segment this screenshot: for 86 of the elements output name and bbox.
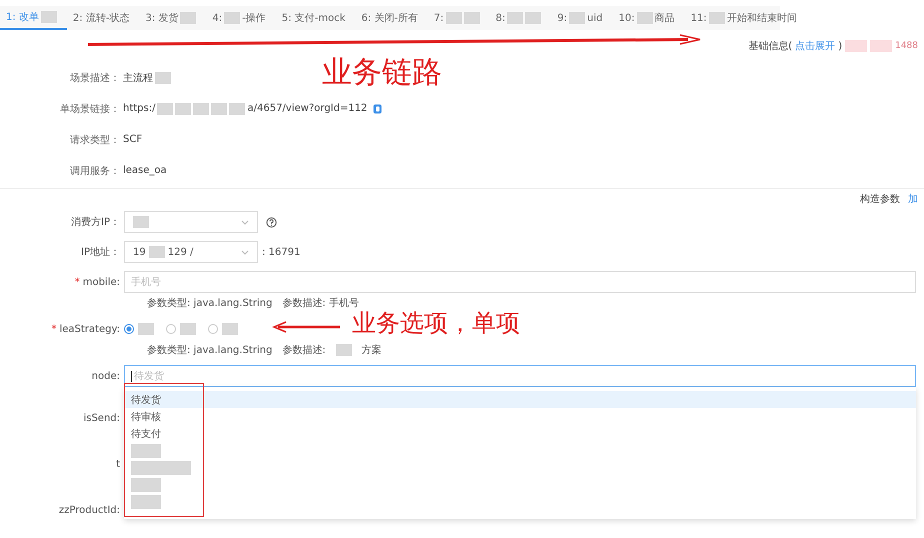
info-value: a/4657/view?orgId=112 <box>247 103 368 114</box>
info-value: lease_oa <box>123 165 167 176</box>
redacted-block <box>845 40 868 52</box>
redacted-block <box>222 323 238 335</box>
paren-text: ) <box>838 40 842 52</box>
redacted-block <box>180 12 196 24</box>
redacted-block <box>336 344 352 356</box>
redacted-block <box>161 460 191 474</box>
redacted-block <box>180 323 196 335</box>
info-label: 请求类型： <box>69 134 120 146</box>
redacted-block <box>155 72 171 84</box>
tab[interactable]: 7: <box>428 6 490 30</box>
tab[interactable]: 11: 开始和结束时间 <box>684 6 807 30</box>
redacted-block <box>507 12 524 24</box>
field-label: leaStrategy: <box>59 324 120 334</box>
expand-link[interactable]: 点击展开 <box>795 39 836 53</box>
tab[interactable]: 8: <box>490 6 552 30</box>
field-label: t <box>116 458 120 470</box>
redacted-block <box>636 12 653 24</box>
hint-text: 参数描述: 手机号 <box>282 296 359 310</box>
dropdown-item[interactable]: 待发货 <box>124 391 916 408</box>
field-label: isSend: <box>83 412 120 424</box>
redacted-block <box>138 323 154 335</box>
info-value: https:/ <box>123 103 156 114</box>
redacted-block <box>708 12 725 24</box>
redacted-block <box>131 460 161 474</box>
required-mark: * <box>51 324 56 334</box>
radio-button[interactable] <box>208 324 218 334</box>
radio-button[interactable] <box>124 324 134 334</box>
hint-text: 方案 <box>362 344 382 357</box>
dropdown-item[interactable]: 待支付 <box>124 425 916 442</box>
annotation-arrow <box>272 321 342 333</box>
field-label: node: <box>92 370 120 382</box>
annotation-text: 业务链路 <box>322 55 442 91</box>
add-link[interactable]: 加 <box>908 192 918 206</box>
redacted-block <box>464 12 480 24</box>
tab[interactable]: 5: 支付-mock <box>276 6 356 30</box>
hint-text: 参数描述: <box>282 344 326 357</box>
redacted-block <box>569 12 586 24</box>
redacted-block <box>133 216 149 228</box>
tab[interactable]: 3: 发货 <box>139 6 206 30</box>
radio-button[interactable] <box>166 324 176 334</box>
section-label: 构造参数 <box>860 192 900 206</box>
field-label: IP地址： <box>81 246 120 259</box>
redacted-block <box>40 11 57 23</box>
redacted-block <box>175 102 192 114</box>
redacted-block <box>193 102 210 114</box>
chevron-down-icon <box>241 220 249 225</box>
info-text: 1488 <box>895 41 918 51</box>
tab[interactable]: 9: uid <box>551 6 613 30</box>
redacted-block <box>131 478 161 492</box>
redacted-block <box>148 246 165 258</box>
help-icon[interactable] <box>266 216 277 228</box>
field-label: zzProductId: <box>58 504 120 516</box>
tab[interactable]: 10: 商品 <box>612 6 685 30</box>
section-label: 基础信息( <box>748 40 792 53</box>
redacted-block <box>525 12 542 24</box>
redacted-block <box>157 102 174 114</box>
redacted-block <box>870 40 892 52</box>
port-text: : 16791 <box>262 246 300 258</box>
info-label: 场景描述： <box>69 72 120 84</box>
redacted-block <box>131 444 161 458</box>
redacted-block <box>229 102 246 114</box>
info-value: 主流程 <box>123 72 153 84</box>
select-field[interactable] <box>124 211 258 233</box>
redacted-block <box>224 12 240 24</box>
tab[interactable]: 1: 改单 <box>0 6 67 30</box>
field-label: 消费方IP： <box>71 216 120 229</box>
tab[interactable]: 4: -操作 <box>206 6 276 30</box>
info-label: 单场景链接： <box>59 102 120 116</box>
redacted-block <box>211 102 228 114</box>
copy-icon[interactable] <box>373 104 382 114</box>
info-value: SCF <box>123 134 142 145</box>
redacted-block <box>131 494 161 508</box>
hint-text: 参数类型: java.lang.String <box>147 296 272 310</box>
hint-text: 参数类型: java.lang.String <box>147 344 272 357</box>
chevron-down-icon <box>241 250 249 255</box>
required-mark: * <box>74 276 80 288</box>
annotation-text: 业务选项，单项 <box>352 308 520 338</box>
redacted-block <box>446 12 462 24</box>
field-label: mobile: <box>82 276 120 288</box>
info-label: 调用服务： <box>69 164 120 178</box>
tab[interactable]: 6: 关闭-所有 <box>355 6 428 30</box>
tab[interactable]: 2: 流转-状态 <box>66 6 140 30</box>
select-field[interactable]: 19 129 / <box>124 241 258 263</box>
dropdown-item[interactable]: 待审核 <box>124 408 916 425</box>
